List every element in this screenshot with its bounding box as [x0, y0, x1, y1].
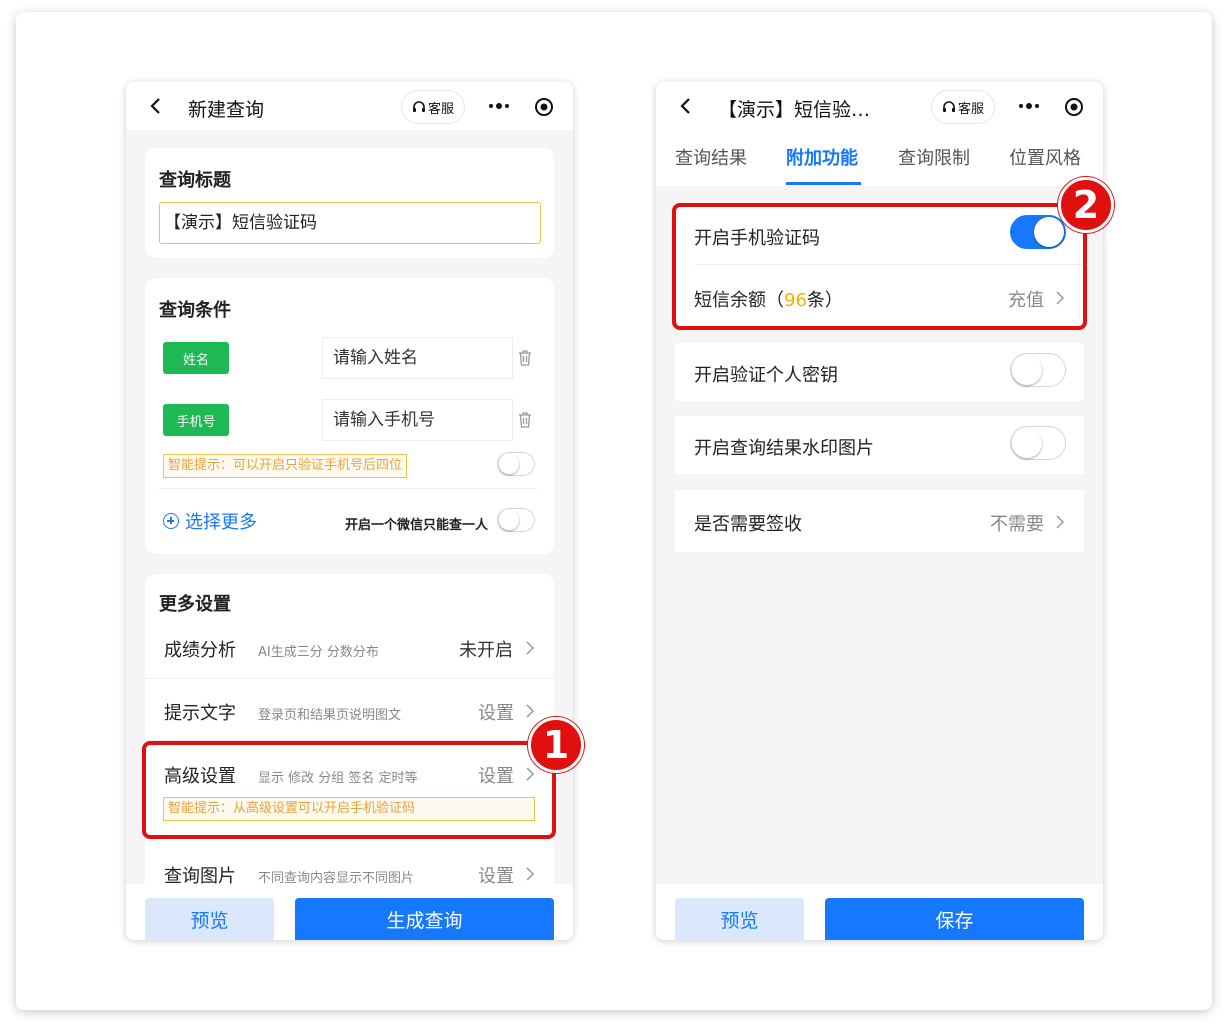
headset-icon [942, 101, 955, 112]
close-miniprogram-icon[interactable] [1064, 97, 1084, 117]
select-more-label: 选择更多 [185, 512, 257, 533]
step-badge-1: 1 [528, 717, 584, 773]
chevron-right-icon [526, 867, 535, 881]
query-title-heading: 查询标题 [159, 170, 231, 191]
more-dots-icon[interactable] [1016, 94, 1042, 118]
row-label: 成绩分析 [164, 640, 236, 661]
query-title-input[interactable]: 【演示】短信验证码 [159, 202, 541, 244]
select-more-link[interactable]: 选择更多 [163, 508, 257, 534]
watermark-row: 开启查询结果水印图片 [675, 416, 1084, 474]
personal-key-toggle[interactable] [1010, 353, 1066, 387]
personal-key-row: 开启验证个人密钥 [675, 343, 1084, 401]
watermark-label: 开启查询结果水印图片 [694, 438, 874, 459]
row-value: 设置 [478, 703, 514, 724]
bottom-action-bar: 预览 生成查询 [126, 884, 573, 940]
one-wechat-toggle[interactable] [497, 508, 535, 532]
chevron-right-icon [526, 641, 535, 655]
more-dots-icon[interactable] [486, 94, 512, 118]
active-tab-indicator [786, 182, 861, 185]
one-wechat-label: 开启一个微信只能查一人 [345, 518, 489, 533]
query-title-section: 查询标题 【演示】短信验证码 [145, 148, 554, 258]
sign-receipt-value: 不需要 [990, 514, 1044, 535]
divider [159, 488, 537, 489]
close-miniprogram-icon[interactable] [534, 97, 554, 117]
customer-service-button[interactable]: 客服 [401, 90, 465, 124]
field-tag-phone[interactable]: 手机号 [163, 404, 229, 436]
tab-query-limits[interactable]: 查询限制 [898, 144, 970, 170]
phone-hint: 智能提示：可以开启只验证手机号后四位 [163, 454, 408, 478]
trash-icon[interactable] [517, 349, 533, 367]
tab-query-results[interactable]: 查询结果 [675, 144, 747, 170]
generate-query-button[interactable]: 生成查询 [295, 898, 554, 940]
more-settings-section: 更多设置 成绩分析 AI生成三分 分数分布 未开启 提示文字 登录页和结果页说明… [145, 574, 554, 904]
plus-circle-icon [163, 513, 179, 529]
back-icon[interactable] [678, 96, 694, 116]
nav-bar: 【演示】短信验… 客服 [656, 82, 1103, 130]
name-input[interactable]: 请输入姓名 [322, 337, 513, 379]
customer-service-button[interactable]: 客服 [931, 90, 995, 124]
customer-service-label: 客服 [957, 101, 984, 117]
last-four-digits-toggle[interactable] [497, 452, 535, 476]
nav-bar: 新建查询 客服 [126, 82, 573, 130]
tab-extra-features[interactable]: 附加功能 [786, 144, 858, 170]
page-title: 【演示】短信验… [718, 99, 871, 121]
sign-receipt-row[interactable]: 是否需要签收 不需要 [675, 490, 1084, 552]
bottom-action-bar: 预览 保存 [656, 884, 1103, 940]
row-desc: 登录页和结果页说明图文 [258, 708, 402, 723]
row-label: 提示文字 [164, 703, 236, 724]
preview-button[interactable]: 预览 [145, 898, 274, 940]
chevron-right-icon [526, 704, 535, 718]
step-badge-2: 2 [1058, 177, 1114, 233]
personal-key-label: 开启验证个人密钥 [694, 365, 838, 386]
query-conditions-section: 查询条件 姓名 请输入姓名 手机号 请输入手机号 智能提示：可以开启只验证手机号… [145, 278, 554, 554]
tab-bar: 查询结果 附加功能 查询限制 位置风格 [656, 130, 1103, 186]
save-button[interactable]: 保存 [825, 898, 1084, 940]
highlight-sms-verification [672, 203, 1087, 330]
tab-position-style[interactable]: 位置风格 [1009, 144, 1081, 170]
trash-icon[interactable] [517, 411, 533, 429]
highlight-advanced-settings [142, 741, 556, 839]
row-value: 未开启 [459, 640, 513, 661]
headset-icon [412, 101, 425, 112]
preview-button[interactable]: 预览 [675, 898, 804, 940]
phone-input[interactable]: 请输入手机号 [322, 399, 513, 441]
field-tag-name[interactable]: 姓名 [163, 342, 229, 374]
row-desc: AI生成三分 分数分布 [258, 645, 379, 660]
customer-service-label: 客服 [427, 101, 454, 117]
watermark-toggle[interactable] [1010, 426, 1066, 460]
divider [145, 678, 554, 679]
query-conditions-heading: 查询条件 [159, 300, 231, 321]
sign-receipt-label: 是否需要签收 [694, 514, 802, 535]
page-title: 新建查询 [188, 99, 265, 121]
chevron-right-icon [1056, 515, 1065, 529]
back-icon[interactable] [148, 96, 164, 116]
more-settings-heading: 更多设置 [159, 594, 231, 615]
